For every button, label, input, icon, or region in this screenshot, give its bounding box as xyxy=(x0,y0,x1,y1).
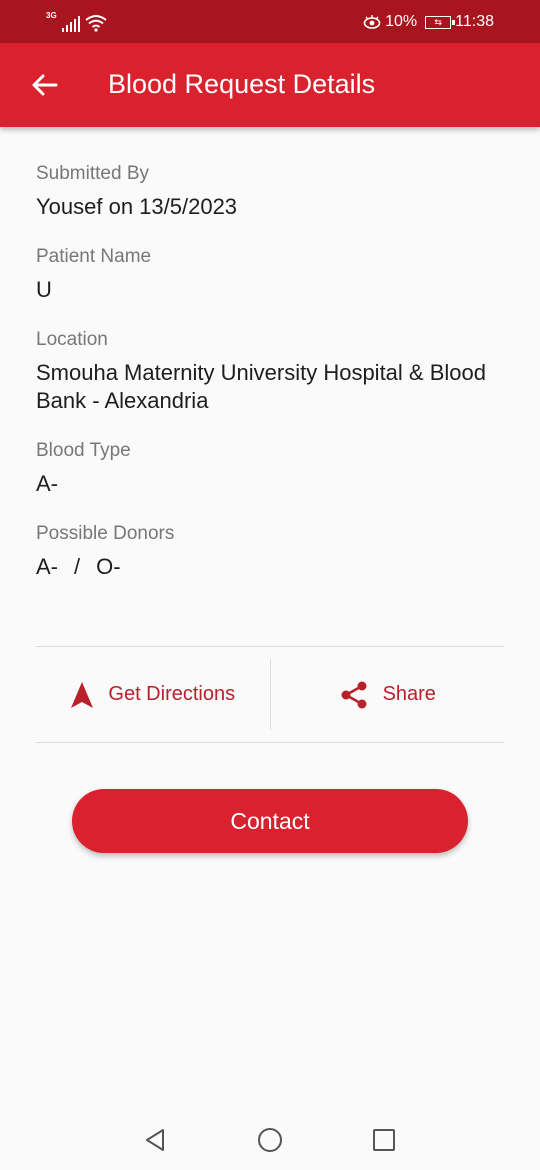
share-icon xyxy=(341,681,367,708)
nav-back-button[interactable] xyxy=(125,1110,185,1170)
battery-icon: ⇆ xyxy=(425,15,456,29)
share-label: Share xyxy=(382,683,436,705)
submitted-by-value: Yousef on 13/5/2023 xyxy=(36,194,238,219)
request-details: Submitted By Yousef on 13/5/2023 Patient… xyxy=(36,160,506,603)
possible-donors-label: Possible Donors xyxy=(36,523,175,544)
submitted-by-label: Submitted By xyxy=(36,163,149,184)
eye-icon xyxy=(363,15,381,29)
donor-type: A- xyxy=(36,554,58,579)
location-field: Location Smouha Maternity University Hos… xyxy=(36,326,506,415)
action-row: Get Directions Share xyxy=(36,646,504,743)
status-time: 11:38 xyxy=(455,13,494,30)
location-label: Location xyxy=(36,329,108,350)
recents-square-icon xyxy=(373,1129,395,1151)
network-type: 3G xyxy=(46,11,57,20)
patient-name-value: U xyxy=(36,277,52,302)
status-right: 10% ⇆ 11:38 xyxy=(363,11,494,33)
page-title: Blood Request Details xyxy=(108,69,376,99)
status-bar: 3G 10% ⇆ 11:38 xyxy=(0,0,540,43)
nav-recents-button[interactable] xyxy=(354,1110,414,1170)
share-button[interactable]: Share xyxy=(271,647,505,742)
submitted-by-field: Submitted By Yousef on 13/5/2023 xyxy=(36,160,506,221)
home-circle-icon xyxy=(258,1128,282,1152)
navigation-arrow-icon xyxy=(71,681,94,708)
possible-donors-value: A- / O- xyxy=(36,553,506,581)
donor-type: O- xyxy=(96,554,121,579)
possible-donors-field: Possible Donors A- / O- xyxy=(36,520,506,581)
location-value: Smouha Maternity University Hospital & B… xyxy=(36,360,486,413)
wifi-icon xyxy=(85,15,107,32)
blood-type-field: Blood Type A- xyxy=(36,437,506,498)
patient-name-label: Patient Name xyxy=(36,246,152,267)
arrow-left-icon xyxy=(32,74,58,96)
app-bar: Blood Request Details xyxy=(0,43,540,127)
status-left: 3G xyxy=(46,10,107,32)
patient-name-field: Patient Name U xyxy=(36,243,506,304)
back-button[interactable] xyxy=(24,65,64,105)
nav-home-button[interactable] xyxy=(240,1110,300,1170)
donor-separator: / xyxy=(74,554,81,579)
blood-type-label: Blood Type xyxy=(36,440,131,461)
signal-icon xyxy=(61,16,80,32)
back-triangle-icon xyxy=(146,1129,164,1151)
system-nav-bar xyxy=(0,1110,540,1170)
contact-button[interactable]: Contact xyxy=(72,789,468,853)
get-directions-label: Get Directions xyxy=(108,683,236,705)
battery-percent: 10% xyxy=(385,13,418,30)
blood-type-value: A- xyxy=(36,471,58,496)
get-directions-button[interactable]: Get Directions xyxy=(36,647,270,742)
